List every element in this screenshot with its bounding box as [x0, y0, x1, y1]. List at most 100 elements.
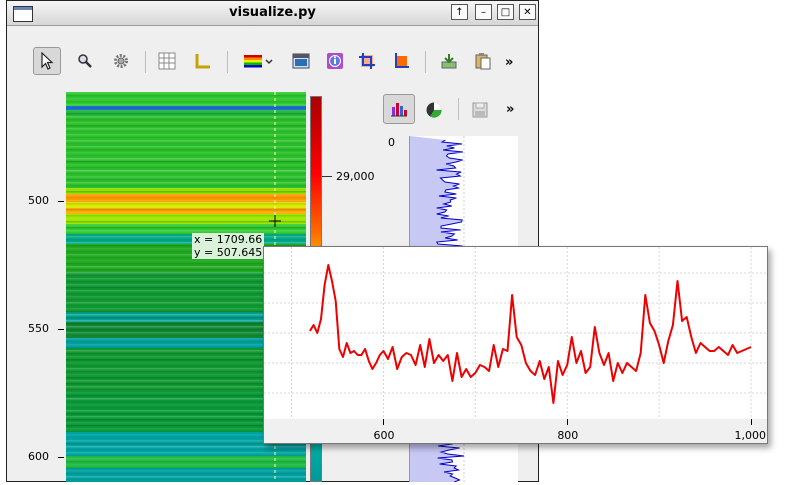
mask-tool-button[interactable]	[387, 47, 415, 75]
x-tick-label: 800	[557, 429, 579, 442]
heatmap-stripe	[66, 128, 306, 130]
heatmap-stripe	[66, 119, 306, 121]
clipboard-icon	[475, 53, 491, 70]
heatmap-stripe	[66, 227, 306, 229]
histogram-tool-button[interactable]	[383, 94, 415, 124]
settings-tool-button[interactable]	[107, 47, 135, 75]
heatmap-stripe	[66, 449, 306, 451]
heatmap-stripe	[66, 446, 306, 448]
heatmap-stripe	[66, 236, 306, 238]
heatmap-stripe	[66, 152, 306, 154]
heatmap-stripe	[66, 215, 306, 217]
heatmap-stripe	[66, 218, 306, 220]
save-image-tool-button[interactable]	[287, 47, 315, 75]
download-icon	[441, 54, 457, 69]
info-tool-button[interactable]	[321, 47, 349, 75]
heatmap-stripe	[66, 122, 306, 124]
heatmap-stripe	[66, 185, 306, 187]
title-bar[interactable]: visualize.py ↑ – □ ✕	[7, 1, 538, 26]
heatmap-stripe	[66, 464, 306, 466]
toolbar-separator	[425, 51, 426, 73]
heatmap-stripe	[66, 242, 306, 244]
x-tick	[383, 419, 385, 425]
heatmap-stripe	[66, 164, 306, 166]
heatmap-stripe	[66, 167, 306, 169]
heatmap-stripe	[66, 194, 306, 196]
pointer-tool-button[interactable]	[33, 47, 61, 75]
colorbar-tick-label: 29,000	[336, 170, 375, 183]
bar-chart-icon	[391, 103, 407, 117]
profile-popup[interactable]: 600 800 1,000	[263, 246, 768, 444]
heatmap-stripe	[66, 197, 306, 199]
heatmap-stripe	[66, 461, 306, 463]
main-toolbar: »	[7, 25, 538, 95]
heatmap-stripe	[66, 230, 306, 232]
heatmap-stripe	[66, 131, 306, 133]
heatmap-stripe	[66, 92, 306, 94]
heatmap-stripe	[66, 113, 306, 115]
heatmap-stripe	[66, 470, 306, 472]
heatmap-stripe	[66, 209, 306, 211]
heatmap-stripe	[66, 158, 306, 160]
arrow-pointer-icon	[41, 52, 54, 70]
pie-tool-button[interactable]	[420, 96, 448, 124]
x-tick-label: 1,000	[734, 429, 767, 442]
image-icon	[292, 53, 310, 69]
heatmap-stripe	[66, 191, 306, 193]
side-plot-tick-label: 0	[388, 136, 395, 149]
axes-icon	[195, 54, 210, 69]
y-tick	[58, 329, 64, 330]
colormap-icon	[244, 55, 273, 68]
y-tick-label: 600	[28, 450, 49, 463]
minimize-button[interactable]: –	[475, 4, 492, 20]
heatmap-stripe	[66, 98, 306, 100]
heatmap-stripe	[66, 101, 306, 103]
mask-icon	[395, 53, 409, 68]
colormap-tool-button[interactable]	[239, 47, 279, 75]
gear-icon	[114, 54, 128, 68]
toolbar-overflow-button[interactable]: »	[505, 55, 513, 70]
heatmap-stripe	[66, 233, 306, 235]
side-toolbar-overflow-button[interactable]: »	[506, 102, 514, 117]
heatmap-stripe	[66, 104, 306, 106]
floppy-icon	[472, 102, 488, 118]
save-tool-button[interactable]	[466, 96, 494, 124]
grid-tool-button[interactable]	[153, 47, 181, 75]
info-icon	[327, 53, 343, 69]
y-tick	[58, 201, 64, 202]
heatmap-stripe	[66, 224, 306, 226]
heatmap-stripe	[66, 143, 306, 145]
heatmap-stripe	[66, 206, 306, 208]
close-button[interactable]: ✕	[519, 4, 536, 20]
keep-above-button[interactable]: ↑	[451, 4, 468, 20]
heatmap-stripe	[66, 146, 306, 148]
heatmap-stripe	[66, 455, 306, 457]
axes-tool-button[interactable]	[189, 47, 217, 75]
magnifier-icon	[78, 54, 92, 68]
y-tick-label: 550	[28, 322, 49, 335]
colorbar-tick	[322, 176, 332, 177]
heatmap-stripe	[66, 176, 306, 178]
heatmap-stripe	[66, 473, 306, 475]
heatmap-stripe	[66, 110, 306, 112]
maximize-button[interactable]: □	[497, 4, 514, 20]
heatmap-stripe	[66, 203, 306, 205]
cursor-x-readout: x = 1709.66	[194, 233, 263, 246]
heatmap-stripe	[66, 137, 306, 139]
zoom-tool-button[interactable]	[71, 47, 99, 75]
y-tick	[58, 457, 64, 458]
heatmap-stripe	[66, 200, 306, 202]
y-tick-label: 500	[28, 194, 49, 207]
crop-tool-button[interactable]	[353, 47, 381, 75]
download-tool-button[interactable]	[435, 47, 463, 75]
profile-plot-area	[264, 247, 767, 419]
heatmap-stripe	[66, 179, 306, 181]
profile-series-line	[309, 264, 752, 404]
heatmap-stripe	[66, 212, 306, 214]
toolbar-separator	[458, 98, 459, 120]
heatmap-stripe	[66, 467, 306, 469]
profile-chart	[264, 247, 767, 419]
pie-chart-icon	[426, 102, 442, 118]
heatmap-stripe	[66, 239, 306, 241]
copy-tool-button[interactable]	[469, 47, 497, 75]
